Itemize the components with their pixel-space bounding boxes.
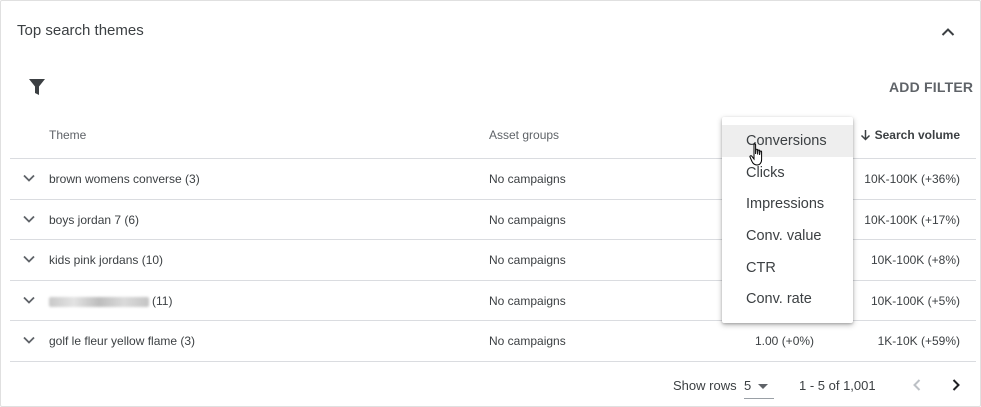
menu-item-conv-value[interactable]: Conv. value <box>722 220 853 252</box>
chevron-down-icon[interactable] <box>22 333 36 347</box>
redacted-text <box>49 296 149 307</box>
collapse-button[interactable] <box>937 21 959 43</box>
menu-item-impressions[interactable]: Impressions <box>722 188 853 220</box>
arrow-down-icon <box>860 130 870 141</box>
rows-per-page-value: 5 <box>744 378 752 393</box>
add-filter-button[interactable]: ADD FILTER <box>889 79 973 95</box>
filter-icon[interactable] <box>28 78 46 96</box>
hand-pointer-icon <box>749 143 763 166</box>
chevron-right-icon[interactable] <box>947 375 965 395</box>
column-header-theme[interactable]: Theme <box>49 128 86 142</box>
pagination: Show rows 5 1 - 5 of 1,001 <box>1 371 981 401</box>
rows-per-page-select[interactable]: 5 <box>744 375 774 399</box>
chevron-down-icon[interactable] <box>22 171 36 185</box>
theme-cell: (11) <box>49 294 172 308</box>
menu-item-conversions[interactable]: Conversions <box>722 125 853 157</box>
metric-cell: 1.00 (+0%) <box>755 334 815 349</box>
chevron-down-icon[interactable] <box>22 293 36 307</box>
search-volume-cell: 10K-100K (+5%) <box>870 293 960 308</box>
chevron-down-icon[interactable] <box>22 212 36 226</box>
theme-count: (11) <box>152 293 173 308</box>
asset-groups-cell: No campaigns <box>489 334 566 349</box>
asset-groups-cell: No campaigns <box>489 293 566 308</box>
search-volume-cell: 10K-100K (+17%) <box>864 212 960 227</box>
pagination-range: 1 - 5 of 1,001 <box>799 378 876 393</box>
search-volume-label: Search volume <box>874 128 960 142</box>
column-header-search-volume[interactable]: Search volume <box>860 128 960 142</box>
chevron-down-icon[interactable] <box>22 252 36 266</box>
theme-cell: golf le fleur yellow flame (3) <box>49 334 196 349</box>
menu-item-conv-rate[interactable]: Conv. rate <box>722 283 853 315</box>
menu-item-clicks[interactable]: Clicks <box>722 157 853 189</box>
show-rows-label: Show rows <box>673 378 737 393</box>
asset-groups-cell: No campaigns <box>489 172 566 186</box>
search-volume-cell: 10K-100K (+8%) <box>870 253 960 268</box>
asset-groups-cell: No campaigns <box>489 212 566 227</box>
metric-dropdown-menu: Conversions Clicks Impressions Conv. val… <box>722 117 853 323</box>
theme-cell: kids pink jordans (10) <box>49 253 164 268</box>
card-title: Top search themes <box>17 22 144 39</box>
chevron-left-icon[interactable] <box>908 375 926 395</box>
table-row[interactable]: golf le fleur yellow flame (3) No campai… <box>10 321 976 362</box>
chevron-up-icon <box>941 28 955 36</box>
search-volume-cell: 1K-10K (+59%) <box>877 334 960 349</box>
asset-groups-cell: No campaigns <box>489 253 566 268</box>
theme-cell: brown womens converse (3) <box>49 172 200 186</box>
column-header-asset-groups[interactable]: Asset groups <box>489 128 559 142</box>
menu-item-ctr[interactable]: CTR <box>722 252 853 284</box>
search-volume-cell: 10K-100K (+36%) <box>864 172 960 186</box>
theme-cell: boys jordan 7 (6) <box>49 212 140 227</box>
caret-down-icon <box>758 384 768 389</box>
